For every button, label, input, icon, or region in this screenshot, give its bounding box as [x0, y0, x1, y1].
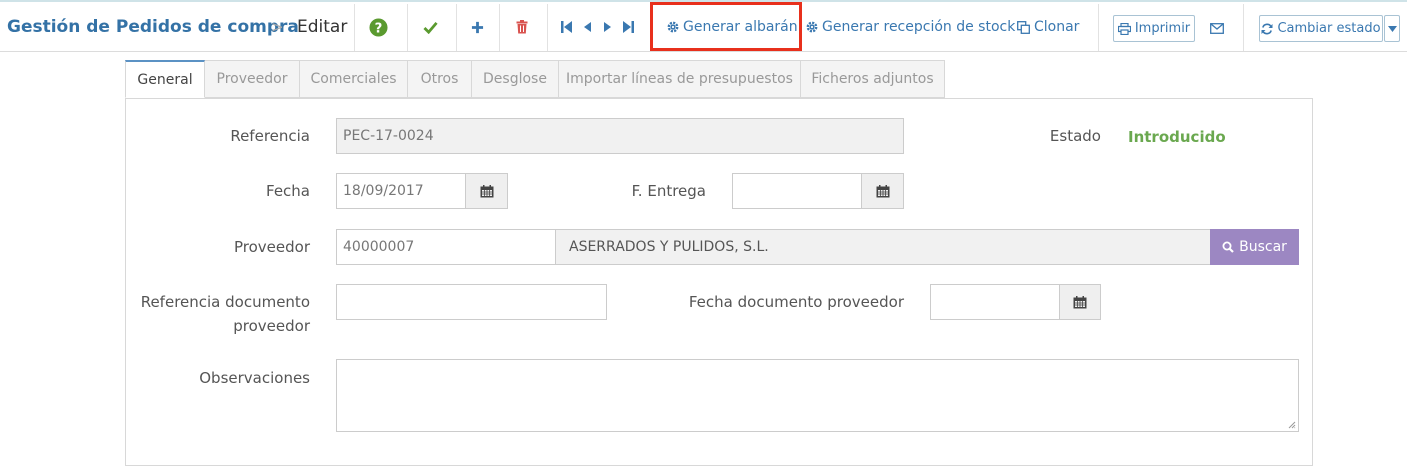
print-icon — [1117, 22, 1131, 35]
add-button[interactable] — [468, 16, 486, 38]
referencia-input[interactable]: PEC-17-0024 — [336, 118, 904, 154]
plus-icon — [471, 21, 483, 33]
refresh-icon — [1261, 23, 1273, 34]
fecha-doc-calendar-button[interactable] — [1059, 284, 1101, 320]
print-label: Imprimir — [1134, 21, 1191, 36]
gear-icon — [806, 21, 818, 33]
entrega-calendar-button[interactable] — [861, 173, 904, 209]
proveedor-code-input[interactable]: 40000007 — [336, 229, 556, 265]
print-button[interactable]: Imprimir — [1113, 15, 1195, 42]
toolbar: Gestión de Pedidos de compra > Editar ? — [0, 0, 1407, 52]
calendar-icon — [1073, 295, 1087, 308]
toolbar-divider — [354, 4, 355, 51]
next-record-button[interactable] — [600, 16, 614, 38]
toolbar-divider — [407, 4, 408, 51]
calendar-icon — [876, 184, 889, 197]
change-status-label: Cambiar estado — [1277, 21, 1381, 36]
observaciones-label: Observaciones — [199, 369, 310, 387]
toolbar-divider — [456, 4, 457, 51]
prev-icon — [583, 22, 591, 32]
caret-down-icon — [1387, 25, 1397, 32]
first-record-button[interactable] — [558, 16, 574, 38]
tab-proveedor[interactable]: Proveedor — [204, 60, 300, 98]
first-icon — [560, 21, 572, 33]
save-button[interactable] — [420, 16, 440, 38]
proveedor-label: Proveedor — [234, 238, 310, 256]
tab-desglose[interactable]: Desglose — [471, 60, 559, 98]
calendar-icon — [480, 184, 493, 197]
email-button[interactable] — [1207, 17, 1227, 39]
search-icon — [1222, 241, 1234, 253]
toolbar-divider — [1098, 4, 1099, 51]
clone-button[interactable]: Clonar — [1017, 19, 1079, 35]
fecha-calendar-button[interactable] — [465, 173, 508, 209]
prev-record-button[interactable] — [580, 16, 594, 38]
app-title: Gestión de Pedidos de compra — [7, 17, 299, 37]
fecha-label: Fecha — [266, 182, 310, 200]
change-status-button[interactable]: Cambiar estado — [1259, 15, 1383, 42]
observaciones-textarea[interactable] — [336, 359, 1299, 432]
tab-importar-lineas[interactable]: Importar líneas de presupuestos — [558, 60, 801, 98]
estado-value: Introducido — [1128, 128, 1226, 146]
fecha-input[interactable]: 18/09/2017 — [336, 173, 466, 209]
fecha-doc-input[interactable] — [930, 284, 1060, 320]
ref-doc-label-line2: proveedor — [233, 317, 310, 335]
generate-stock-button[interactable]: Generar recepción de stock — [806, 19, 1015, 35]
next-icon — [603, 22, 611, 32]
tab-comerciales[interactable]: Comerciales — [299, 60, 408, 98]
change-status-dropdown[interactable] — [1384, 15, 1400, 42]
breadcrumb-current: Editar — [297, 17, 348, 37]
proveedor-name-field: ASERRADOS Y PULIDOS, S.L. — [555, 229, 1211, 265]
svg-text:?: ? — [374, 21, 382, 36]
clone-label: Clonar — [1034, 19, 1080, 35]
tab-general[interactable]: General — [125, 60, 205, 98]
entrega-input[interactable] — [732, 173, 862, 209]
entrega-label: F. Entrega — [631, 182, 706, 200]
buscar-button[interactable]: Buscar — [1210, 229, 1299, 265]
trash-icon — [516, 20, 528, 34]
resize-handle-icon[interactable] — [1288, 421, 1296, 429]
toolbar-divider — [547, 4, 548, 51]
generate-stock-label: Generar recepción de stock — [822, 19, 1016, 35]
fecha-doc-label: Fecha documento proveedor — [688, 293, 904, 311]
ref-doc-label: Referencia documento — [140, 293, 310, 311]
ref-doc-input[interactable] — [336, 284, 607, 320]
help-button[interactable]: ? — [366, 16, 390, 38]
toolbar-divider — [1243, 4, 1244, 51]
estado-label: Estado — [1049, 127, 1101, 145]
check-icon — [422, 21, 438, 34]
buscar-label: Buscar — [1239, 239, 1287, 255]
delete-button[interactable] — [513, 16, 531, 38]
copy-icon — [1017, 20, 1030, 34]
last-record-button[interactable] — [620, 16, 636, 38]
toolbar-divider — [499, 4, 500, 51]
last-icon — [622, 21, 634, 33]
referencia-label: Referencia — [230, 127, 310, 145]
tab-ficheros-adjuntos[interactable]: Ficheros adjuntos — [800, 60, 945, 98]
breadcrumb-separator: > — [271, 18, 284, 36]
highlight-box — [650, 2, 802, 51]
help-icon: ? — [368, 17, 388, 37]
tab-otros[interactable]: Otros — [407, 60, 472, 98]
envelope-icon — [1210, 22, 1224, 34]
